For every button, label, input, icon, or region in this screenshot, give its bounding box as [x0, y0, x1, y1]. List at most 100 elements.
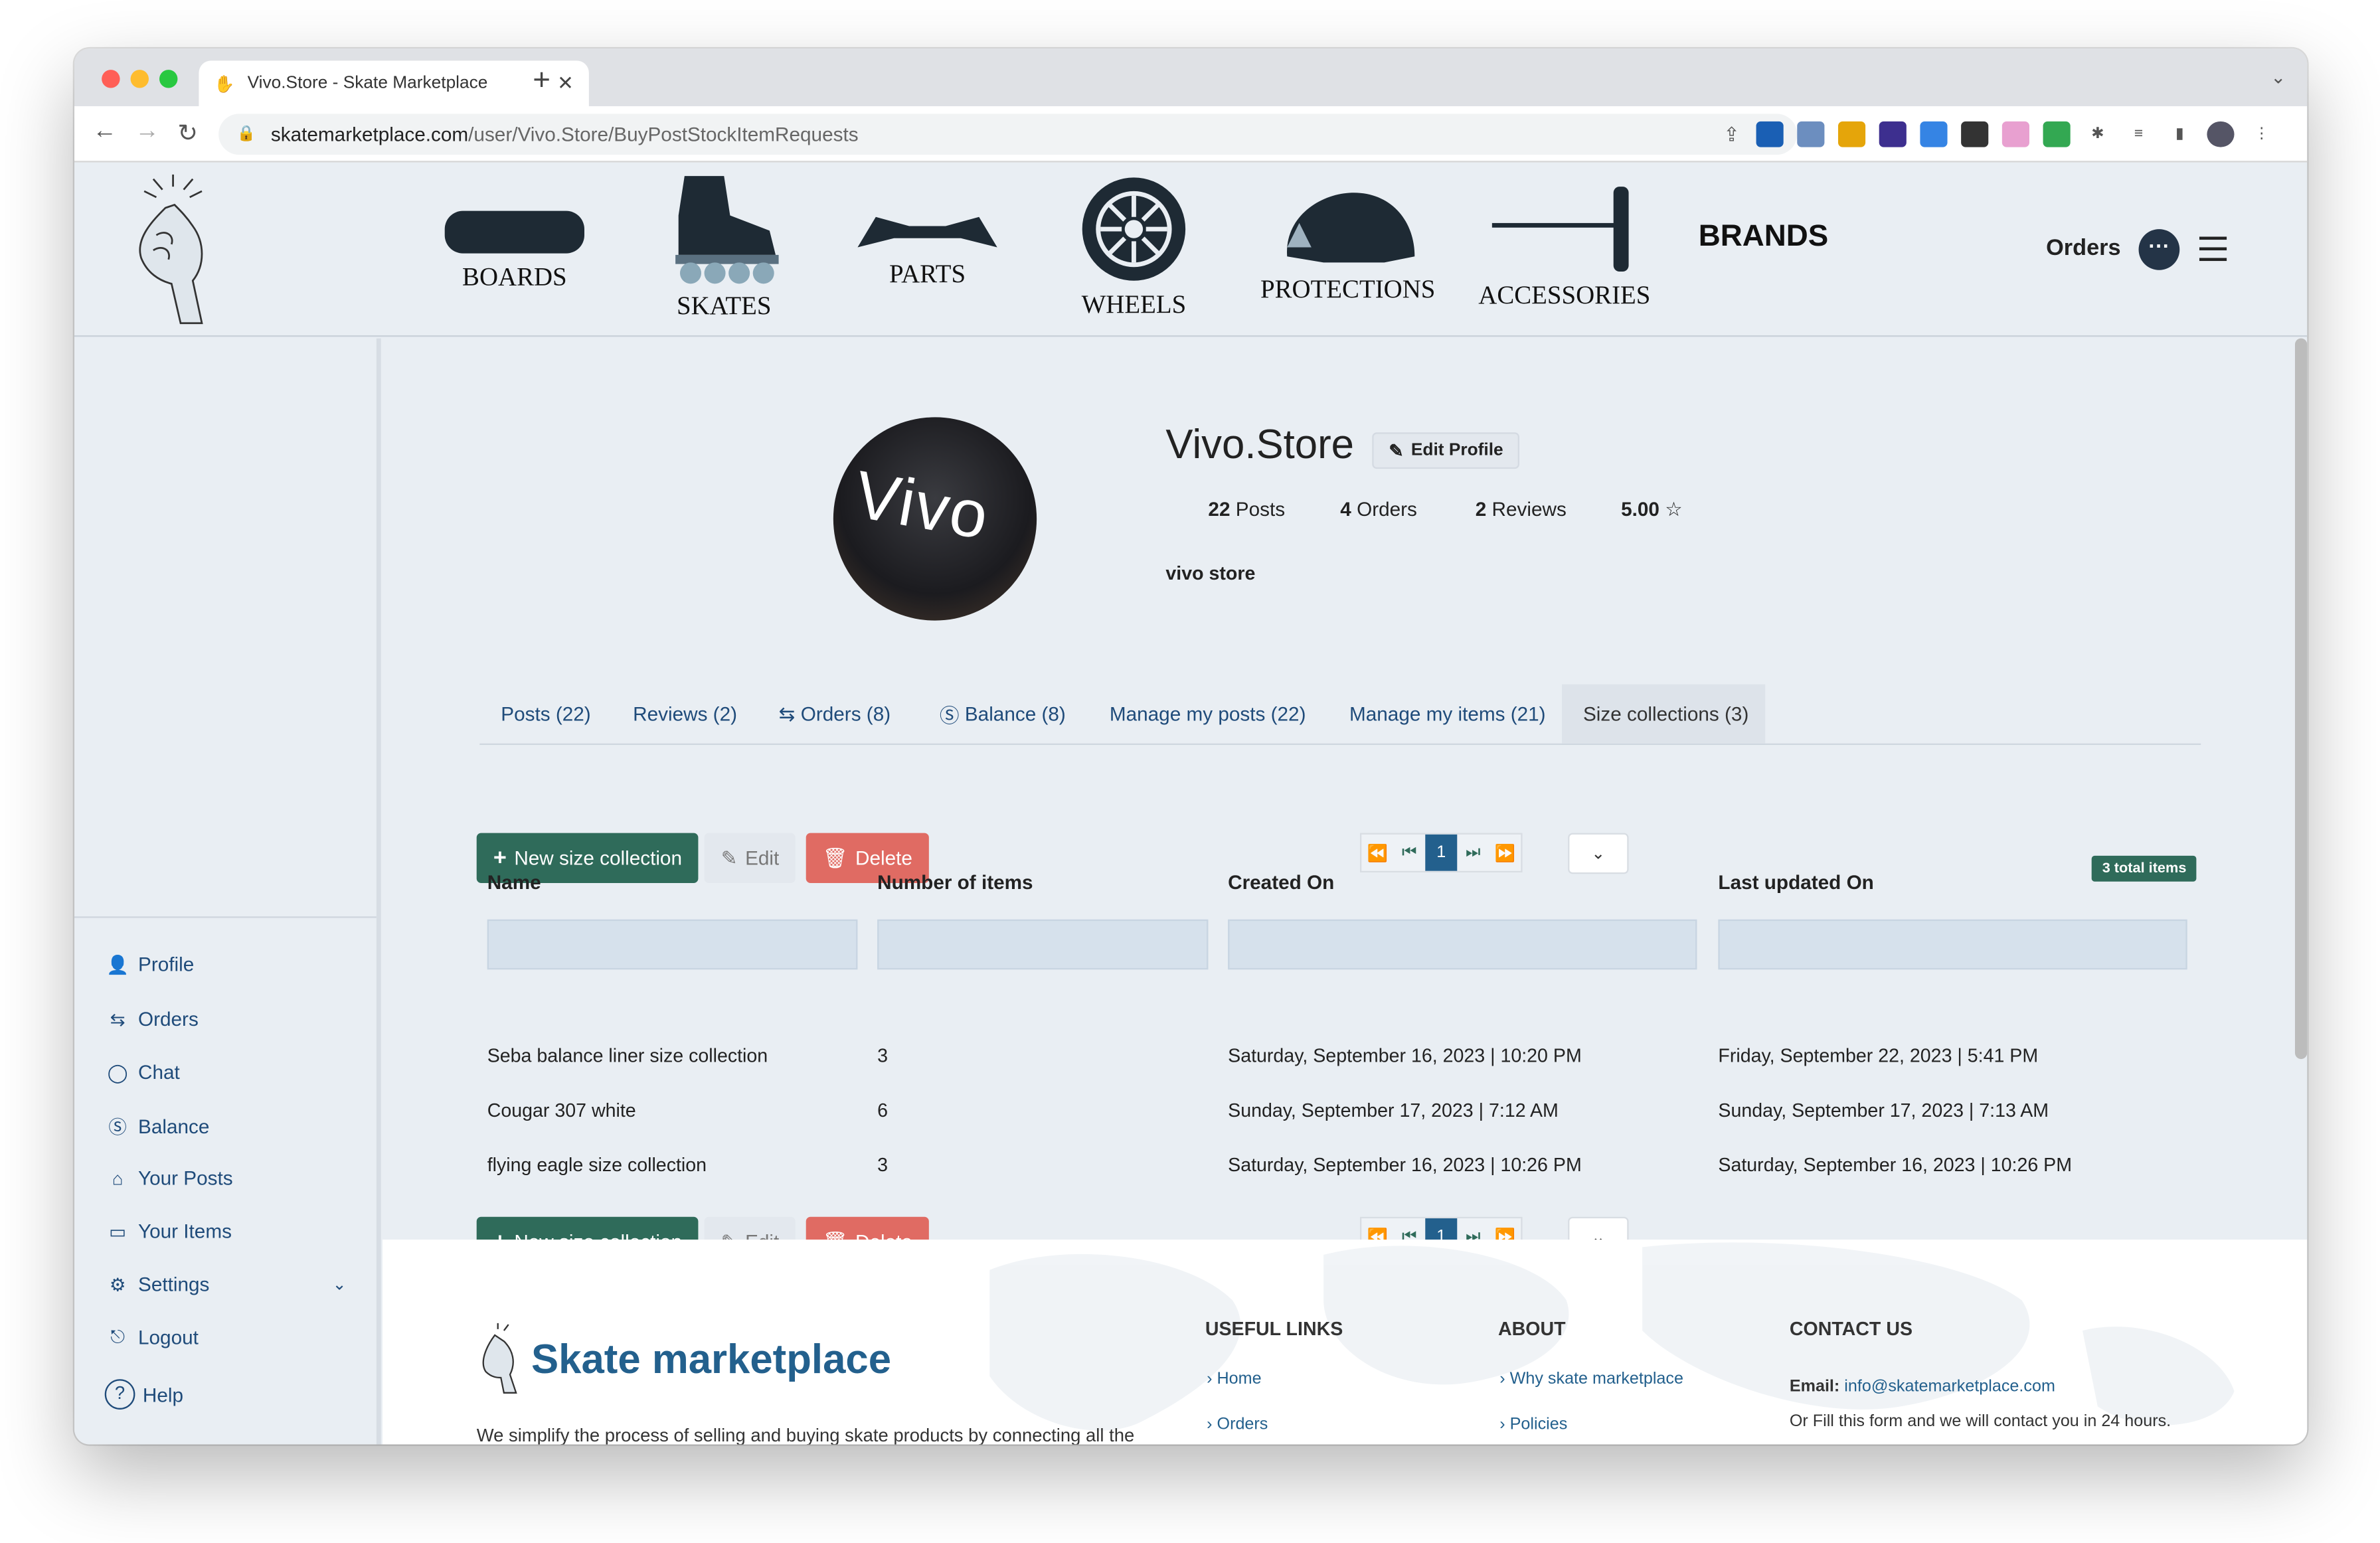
helmet-icon	[1287, 193, 1415, 263]
browser-tab[interactable]: ✋ Vivo.Store - Skate Marketplace ✕	[199, 60, 589, 106]
first-page-icon[interactable]: ⏪	[1361, 835, 1393, 871]
next-page-icon[interactable]: ⏭	[1457, 835, 1489, 871]
tab-size-collections[interactable]: Size collections (3)	[1561, 684, 1766, 744]
sidebar-item-label: Settings	[137, 1273, 210, 1296]
tab-search-chevron-icon[interactable]: ⌄	[2270, 67, 2286, 88]
nav-protections[interactable]: PROTECTIONS	[1257, 187, 1439, 305]
page-size-dropdown[interactable]: ⌄	[1568, 833, 1629, 874]
swap-icon: ⇆	[778, 701, 801, 725]
new-size-collection-label: New size collection	[514, 847, 682, 870]
back-arrow-icon[interactable]: ←	[92, 118, 117, 145]
side-panel-icon[interactable]: ▮	[2166, 122, 2193, 147]
footer-logo[interactable]: Skate marketplace	[477, 1323, 891, 1396]
forward-arrow-icon[interactable]: →	[135, 118, 159, 145]
nav-brands[interactable]: BRANDS	[1699, 220, 1829, 255]
cell-number: 6	[877, 1099, 889, 1121]
extension-icon[interactable]	[1961, 121, 1989, 147]
extension-icon[interactable]	[1920, 121, 1948, 147]
chevron-down-icon: ⌄	[1591, 845, 1606, 864]
reload-icon[interactable]: ↻	[177, 118, 198, 149]
footer-link-home[interactable]: › Home	[1207, 1370, 1261, 1388]
tab-posts[interactable]: Posts (22)	[479, 685, 612, 744]
sidebar-item-balance[interactable]: Ⓢ Balance	[105, 1113, 209, 1139]
current-page[interactable]: 1	[1425, 834, 1458, 871]
nav-boards[interactable]: BOARDS	[439, 205, 591, 293]
extension-icon[interactable]	[2001, 121, 2029, 147]
hand-logo-icon	[482, 1323, 517, 1394]
tab-manage-items[interactable]: Manage my items (21)	[1328, 685, 1567, 744]
kebab-menu-icon[interactable]: ⋮	[2248, 122, 2275, 147]
cell-updated: Friday, September 22, 2023 | 5:41 PM	[1718, 1045, 2039, 1067]
sidebar-item-profile[interactable]: 👤 Profile	[105, 953, 194, 975]
chevron-down-icon[interactable]: ⌄	[333, 1275, 347, 1294]
filter-updated-input[interactable]	[1718, 919, 2187, 970]
nav-accessories[interactable]: ACCESSORIES	[1478, 184, 1650, 311]
edit-profile-button[interactable]: ✎ Edit Profile	[1372, 432, 1520, 469]
filter-created-input[interactable]	[1228, 919, 1697, 970]
nav-skates[interactable]: SKATES	[655, 170, 792, 322]
footer-link-label: Home	[1217, 1370, 1262, 1388]
profile-tabs: Posts (22) Reviews (2) ⇆ Orders (8) Ⓢ Ba…	[479, 684, 2201, 746]
prev-page-icon[interactable]: ⏮	[1393, 835, 1425, 871]
nav-accessories-label: ACCESSORIES	[1478, 280, 1651, 310]
sidebar-item-your-posts[interactable]: ⌂ Your Posts	[105, 1167, 233, 1189]
address-bar[interactable]: 🔒 skatemarketplace.com/user/Vivo.Store/B…	[218, 114, 1798, 155]
swap-icon: ⇆	[110, 1008, 126, 1030]
extension-icon[interactable]	[1879, 121, 1907, 147]
column-header-number-of-items[interactable]: Number of items	[877, 871, 1033, 894]
column-header-last-updated-on[interactable]: Last updated On	[1718, 871, 1873, 894]
lock-icon: 🔒	[236, 125, 256, 143]
tab-close-icon[interactable]: ✕	[557, 71, 574, 96]
tab-orders[interactable]: ⇆ Orders (8)	[758, 685, 912, 744]
sidebar-item-help[interactable]: ? Help	[104, 1379, 183, 1410]
reading-list-icon[interactable]: ≡	[2125, 122, 2152, 147]
last-page-icon[interactable]: ⏩	[1489, 835, 1521, 871]
sidebar-item-settings[interactable]: ⚙ Settings ⌄	[105, 1273, 363, 1295]
filter-number-input[interactable]	[877, 919, 1209, 970]
column-header-name[interactable]: Name	[487, 871, 541, 894]
edit-button[interactable]: ✎ Edit	[704, 833, 796, 883]
cell-updated: Sunday, September 17, 2023 | 7:13 AM	[1718, 1099, 2049, 1121]
footer-link-why[interactable]: › Why skate marketplace	[1499, 1370, 1683, 1388]
extension-icon[interactable]	[2043, 121, 2071, 147]
sidebar-item-orders[interactable]: ⇆ Orders	[105, 1007, 199, 1030]
chat-bubble-icon[interactable]: ···	[2138, 229, 2180, 270]
share-icon[interactable]: ⇪	[1723, 123, 1740, 147]
sidebar-item-your-items[interactable]: ▭ Your Items	[105, 1220, 232, 1242]
analytics-extension-icon[interactable]	[1837, 121, 1866, 147]
tab-balance[interactable]: Ⓢ Balance (8)	[918, 685, 1087, 744]
close-window-button[interactable]	[102, 70, 120, 88]
puzzle-icon[interactable]: ✱	[2084, 122, 2111, 147]
footer-link-label: Policies	[1509, 1416, 1568, 1434]
nav-boards-label: BOARDS	[462, 262, 567, 291]
footer-link-policies[interactable]: › Policies	[1499, 1416, 1567, 1433]
tab-orders-label: Orders (8)	[800, 702, 891, 726]
footer-link-orders[interactable]: › Orders	[1207, 1416, 1268, 1433]
sidebar: 👤 Profile ⇆ Orders ◯ Chat Ⓢ Balance ⌂ Yo…	[74, 338, 381, 1445]
minimize-window-button[interactable]	[130, 70, 149, 88]
hamburger-menu-icon[interactable]	[2199, 236, 2227, 268]
t-tool-icon	[1491, 187, 1629, 272]
extension-icon[interactable]	[1756, 121, 1784, 147]
tab-reviews[interactable]: Reviews (2)	[612, 685, 758, 744]
column-header-created-on[interactable]: Created On	[1228, 871, 1334, 894]
page-scrollbar[interactable]	[2294, 338, 2308, 1060]
pagination: ⏪ ⏮ 1 ⏭ ⏩	[1359, 833, 1523, 872]
nav-parts[interactable]: PARTS	[851, 208, 1003, 289]
header-orders-link[interactable]: Orders	[2046, 235, 2120, 261]
hand-logo-icon[interactable]	[120, 174, 226, 327]
filter-name-input[interactable]	[487, 919, 858, 970]
zoom-window-button[interactable]	[159, 70, 178, 88]
sidebar-item-chat[interactable]: ◯ Chat	[105, 1060, 180, 1083]
tab-manage-posts[interactable]: Manage my posts (22)	[1088, 685, 1327, 744]
translate-extension-icon[interactable]	[1797, 121, 1825, 147]
box-icon: ▭	[109, 1220, 127, 1242]
cell-updated: Saturday, September 16, 2023 | 10:26 PM	[1718, 1155, 2073, 1177]
site-favicon-icon: ✋	[214, 75, 235, 94]
new-tab-button[interactable]: +	[533, 64, 551, 99]
nav-wheels[interactable]: WHEELS	[1058, 175, 1210, 320]
sidebar-item-logout[interactable]: ⎋ Logout	[105, 1326, 199, 1348]
footer-description: We simplify the process of selling and b…	[476, 1424, 1135, 1445]
avatar[interactable]	[2207, 121, 2235, 147]
footer-email-link[interactable]: info@skatemarketplace.com	[1844, 1378, 2055, 1396]
